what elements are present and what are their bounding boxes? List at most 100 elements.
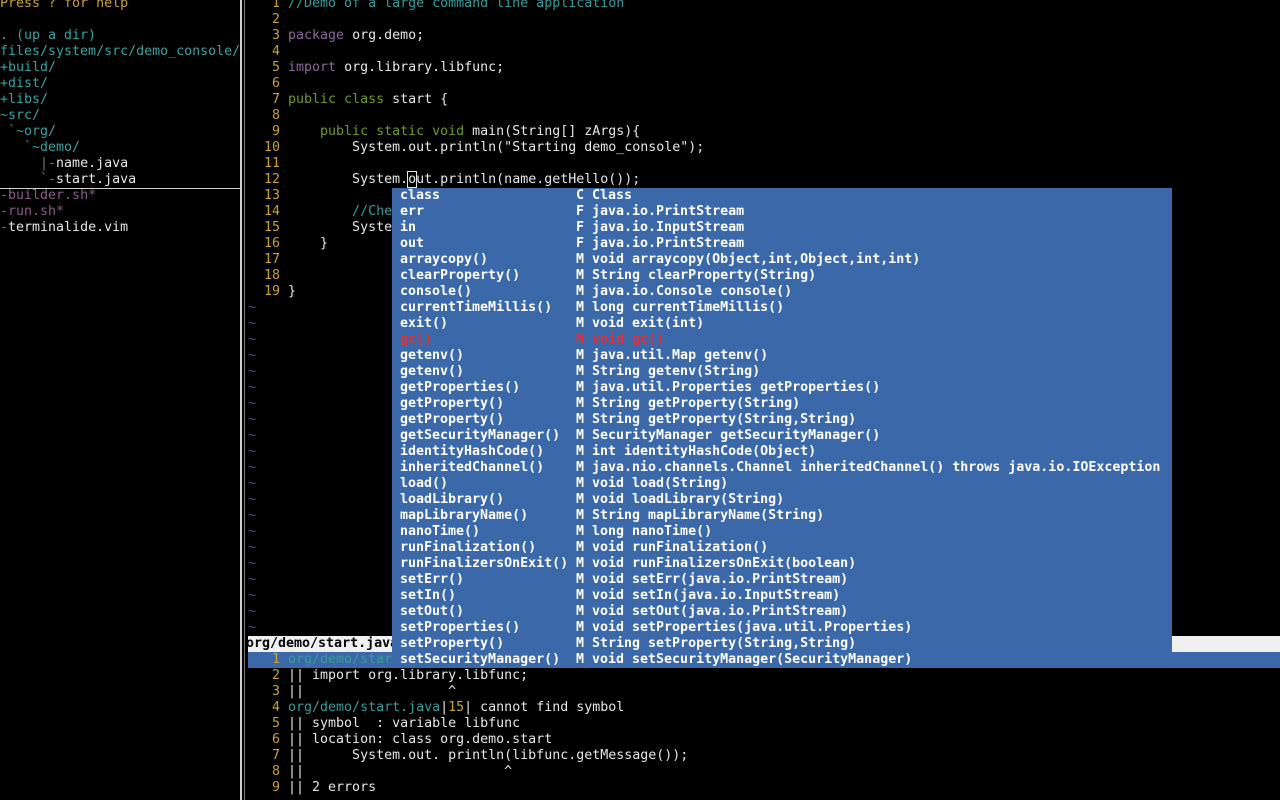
- completion-item[interactable]: clearProperty() M String clearProperty(Str…: [392, 268, 1172, 284]
- tree-root[interactable]: files/system/src/demo_console/: [0, 44, 240, 60]
- code-token: main(String[] zArgs){: [464, 124, 641, 139]
- help-hint: Press ? for help: [0, 0, 128, 12]
- completion-item[interactable]: in Fjava.io.InputStream: [392, 220, 1172, 236]
- code-line[interactable]: 14 //Chec: [248, 204, 400, 220]
- tree-item[interactable]: |-name.java: [0, 156, 128, 172]
- empty-line: ~: [248, 332, 256, 348]
- code-token: //Chec: [288, 204, 401, 219]
- code-line[interactable]: 17: [248, 252, 288, 268]
- code-line[interactable]: 9 public static void main(String[] zArgs…: [248, 124, 640, 140]
- code-line[interactable]: 12 System.out.println(name.getHello());: [248, 171, 640, 188]
- completion-item[interactable]: class C Class: [392, 188, 1172, 204]
- completion-kind: M: [576, 348, 585, 363]
- completion-name: identityHashCode(): [400, 444, 545, 459]
- code-line[interactable]: 13: [248, 188, 288, 204]
- tree-item[interactable]: -terminalide.vim: [0, 220, 128, 236]
- code-token: || import org.library.libfunc;: [288, 668, 529, 683]
- code-token: org/demo/start: [288, 652, 401, 667]
- completion-item[interactable]: getProperty() M String getProperty(String): [392, 396, 1172, 412]
- completion-item[interactable]: getenv() M String getenv(String): [392, 364, 1172, 380]
- code-line[interactable]: 1 //Demo of a large command line applica…: [248, 0, 624, 12]
- code-line[interactable]: 8: [248, 108, 288, 124]
- completion-item[interactable]: gc() Mvoid gc(): [392, 332, 1172, 348]
- gutter-space: [280, 716, 288, 731]
- code-line[interactable]: 15 System: [248, 220, 400, 236]
- line-number: 18: [263, 268, 280, 283]
- code-line[interactable]: 3 package org.demo;: [248, 28, 424, 44]
- completion-item[interactable]: getenv() Mjava.util.Map getenv(): [392, 348, 1172, 364]
- completion-kind: M: [576, 444, 585, 459]
- completion-item[interactable]: setErr() Mvoid setErr(java.io.PrintStream…: [392, 572, 1172, 588]
- completion-item[interactable]: setOut() Mvoid setOut(java.io.PrintStream…: [392, 604, 1172, 620]
- quickfix-line[interactable]: 9 || 2 errors: [248, 780, 376, 796]
- completion-item[interactable]: setProperties() Mvoid setProperties(java.…: [392, 620, 1172, 636]
- completion-item[interactable]: inheritedChannel() Mjava.nio.channels.Cha…: [392, 460, 1172, 476]
- completion-item[interactable]: out Fjava.io.PrintStream: [392, 236, 1172, 252]
- completion-item[interactable]: setIn() Mvoid setIn(java.io.InputStream): [392, 588, 1172, 604]
- completion-item[interactable]: getSecurityManager() M SecurityManager get…: [392, 428, 1172, 444]
- code-token: || 2 errors: [288, 780, 377, 795]
- code-line[interactable]: 18: [248, 268, 288, 284]
- quickfix-line[interactable]: 3 || ^: [248, 684, 456, 700]
- vertical-split-divider[interactable]: [240, 0, 242, 800]
- quickfix-line[interactable]: 4 org/demo/start.java|15| cannot find sy…: [248, 700, 624, 716]
- completion-item[interactable]: currentTimeMillis() Mlong currentTimeMill…: [392, 300, 1172, 316]
- tree-item[interactable]: -builder.sh*: [0, 188, 96, 204]
- completion-item[interactable]: getProperties() Mjava.util.Properties get…: [392, 380, 1172, 396]
- completion-item[interactable]: runFinalization() Mvoid runFinalization(): [392, 540, 1172, 556]
- completion-item[interactable]: setSecurityManager() Mvoid setSecurityMan…: [392, 652, 1172, 668]
- tree-item[interactable]: `~demo/: [0, 140, 80, 156]
- tree-item[interactable]: ~src/: [0, 108, 40, 124]
- tree-branch: -: [0, 188, 9, 203]
- completion-item[interactable]: runFinalizersOnExit() Mvoid runFinalizers…: [392, 556, 1172, 572]
- completion-item[interactable]: err Fjava.io.PrintStream: [392, 204, 1172, 220]
- code-line[interactable]: 2: [248, 12, 288, 28]
- completion-item[interactable]: load() Mvoid load(String): [392, 476, 1172, 492]
- tilde-marker: ~: [248, 540, 257, 555]
- quickfix-line[interactable]: 8 || ^: [248, 764, 512, 780]
- completion-popup[interactable]: class C Class err Fjava.io.PrintStream in Fjav…: [392, 188, 1172, 668]
- code-line[interactable]: 10 System.out.println("Starting demo_con…: [248, 140, 704, 156]
- completion-item[interactable]: exit() Mvoid exit(int): [392, 316, 1172, 332]
- file-tree-pane[interactable]: Press ? for help . (up a dir) files/system…: [0, 0, 240, 800]
- completion-item[interactable]: mapLibraryName() M String mapLibraryName(S…: [392, 508, 1172, 524]
- code-line[interactable]: 19 }: [248, 284, 296, 300]
- quickfix-line[interactable]: 2 || import org.library.libfunc;: [248, 668, 528, 684]
- tree-item[interactable]: `~org/: [0, 124, 56, 140]
- code-line[interactable]: 6: [248, 76, 288, 92]
- completion-item[interactable]: loadLibrary() Mvoid loadLibrary(String): [392, 492, 1172, 508]
- line-number: 2: [271, 668, 280, 683]
- completion-item[interactable]: console() Mjava.io.Console console(): [392, 284, 1172, 300]
- completion-signature: void runFinalization(): [592, 540, 769, 555]
- line-number: 8: [271, 764, 280, 779]
- tilde-marker: ~: [248, 316, 257, 331]
- completion-item[interactable]: nanoTime() Mlong nanoTime(): [392, 524, 1172, 540]
- quickfix-line[interactable]: 6 || location: class org.demo.start: [248, 732, 552, 748]
- completion-signature: void setSecurityManager(SecurityManager): [592, 652, 913, 667]
- up-dir-label: . (up a dir): [0, 28, 97, 43]
- tree-up-dir[interactable]: . (up a dir): [0, 28, 96, 44]
- tree-item[interactable]: +build/: [0, 60, 56, 76]
- code-line[interactable]: 5 import org.library.libfunc;: [248, 60, 504, 76]
- tree-item[interactable]: +libs/: [0, 92, 48, 108]
- quickfix-line[interactable]: 7 || System.out. println(libfunc.getMess…: [248, 748, 688, 764]
- completion-item[interactable]: identityHashCode() Mint identityHashCode(…: [392, 444, 1172, 460]
- tilde-marker: ~: [248, 620, 257, 635]
- completion-item[interactable]: setProperty() M String setProperty(String,…: [392, 636, 1172, 652]
- gutter-space: [280, 140, 288, 155]
- tilde-marker: ~: [248, 556, 257, 571]
- completion-item[interactable]: getProperty() M String getProperty(String,…: [392, 412, 1172, 428]
- gutter-space: [280, 28, 288, 43]
- tree-item[interactable]: -run.sh*: [0, 204, 64, 220]
- completion-name: setOut(): [400, 604, 465, 619]
- tree-item[interactable]: `-start.java: [0, 172, 240, 189]
- quickfix-line[interactable]: 5 || symbol : variable libfunc: [248, 716, 520, 732]
- tree-item[interactable]: +dist/: [0, 76, 48, 92]
- code-line[interactable]: 4: [248, 44, 288, 60]
- code-line[interactable]: 7 public class start {: [248, 92, 448, 108]
- code-line[interactable]: 16 }: [248, 236, 328, 252]
- completion-item[interactable]: arraycopy() Mvoid arraycopy(Object,int,Ob…: [392, 252, 1172, 268]
- completion-name: currentTimeMillis(): [400, 300, 553, 315]
- completion-signature: String getProperty(String): [592, 396, 801, 411]
- code-line[interactable]: 11: [248, 156, 288, 172]
